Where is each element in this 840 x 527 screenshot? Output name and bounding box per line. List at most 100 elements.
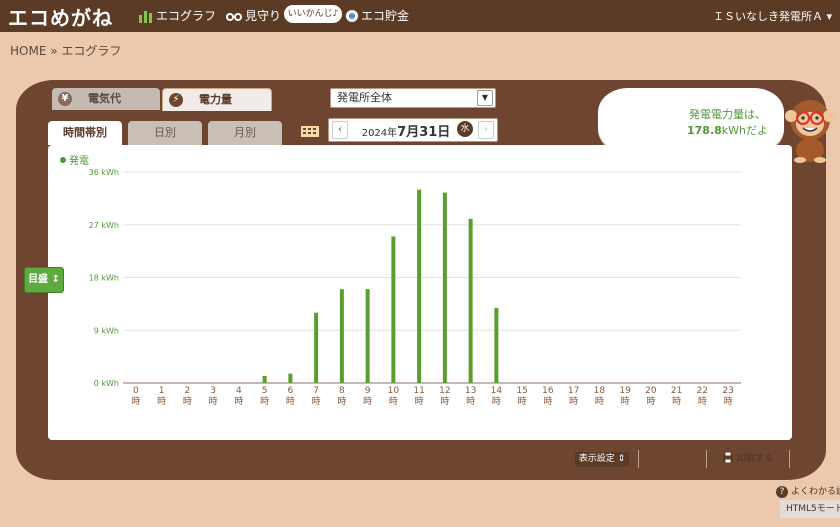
binoculars-icon (226, 13, 242, 21)
date-day: 7月31日 (397, 125, 451, 140)
x-tick-label: 12 (439, 386, 450, 396)
x-tick-suffix: 時 (466, 396, 475, 407)
prev-day-button[interactable]: ‹ (332, 121, 348, 139)
x-tick-suffix: 時 (698, 396, 707, 407)
x-tick-suffix: 時 (363, 396, 372, 407)
help-label: よくわかる説 (791, 487, 840, 497)
x-tick-label: 11 (413, 386, 424, 396)
next-day-button[interactable]: › (478, 121, 494, 139)
tab-power-amount[interactable]: ⚡ 電力量 (162, 88, 272, 111)
weekday-badge: 水 (457, 121, 473, 137)
x-tick-label: 17 (568, 386, 579, 396)
x-tick-suffix: 時 (518, 396, 527, 407)
status-badge: いいかんじ♪ (284, 5, 342, 23)
bar (494, 307, 499, 383)
x-tick-label: 13 (465, 386, 476, 396)
x-tick-label: 3 (210, 386, 216, 396)
x-tick-suffix: 時 (312, 396, 321, 407)
y-tick-label: 36 kWh (89, 168, 119, 177)
plant-menu[interactable]: ＩＳいなしき発電所Ａ ▾ (713, 8, 832, 24)
x-tick-label: 8 (339, 386, 345, 396)
y-tick-label: 18 kWh (89, 274, 119, 283)
x-tick-suffix: 時 (183, 396, 192, 407)
tab-daily[interactable]: 日別 (128, 121, 202, 145)
bar-chart-icon (139, 11, 152, 23)
calendar-icon[interactable] (298, 118, 322, 140)
date-year: 2024年 (361, 128, 398, 139)
x-tick-label: 16 (542, 386, 554, 396)
coin-icon (346, 10, 358, 22)
nav-watch[interactable]: 見守り (225, 7, 281, 24)
divider (706, 450, 707, 468)
breadcrumb: HOME » エコグラフ (10, 44, 122, 58)
y-tick-label: 9 kWh (94, 326, 119, 335)
html5-mode-button[interactable]: HTML5モード (780, 500, 840, 518)
nav-eco-graph-label: エコグラフ (156, 9, 217, 23)
tab-hourly[interactable]: 時間帯別 (48, 121, 122, 145)
bar (262, 375, 267, 383)
bar (468, 218, 473, 383)
bar (339, 289, 344, 383)
x-tick-label: 5 (262, 386, 268, 396)
x-tick-label: 7 (313, 386, 319, 396)
tab-electricity-cost[interactable]: ¥ 電気代 (52, 88, 160, 110)
x-tick-label: 23 (722, 386, 733, 396)
print-button[interactable]: 印刷する (722, 451, 773, 464)
x-tick-suffix: 時 (543, 396, 552, 407)
x-tick-label: 18 (594, 386, 606, 396)
print-label: 印刷する (737, 454, 774, 464)
divider (638, 450, 639, 468)
bar (391, 236, 396, 383)
bubble-line1: 発電電力量は、 (689, 108, 766, 121)
x-tick-suffix: 時 (672, 396, 681, 407)
x-tick-label: 19 (619, 386, 631, 396)
x-tick-label: 9 (365, 386, 371, 396)
display-settings-button[interactable]: 表示設定 ⇕ (575, 452, 629, 467)
plant-select-value: 発電所全体 (337, 91, 392, 104)
x-tick-label: 15 (516, 386, 527, 396)
yen-icon: ¥ (58, 92, 72, 106)
x-tick-suffix: 時 (209, 396, 218, 407)
bar (442, 192, 447, 383)
tab-electricity-cost-label: 電気代 (88, 92, 121, 105)
bubble-line2: 178.8kWhだよ (598, 122, 768, 138)
y-tick-label: 0 kWh (94, 379, 119, 388)
bubble-suffix: kWhだよ (721, 124, 768, 137)
x-tick-label: 4 (236, 386, 242, 396)
nav-eco-savings-label: エコ貯金 (361, 9, 410, 23)
bar (314, 312, 319, 383)
bar (288, 373, 293, 383)
x-tick-suffix: 時 (260, 396, 269, 407)
x-tick-suffix: 時 (415, 396, 424, 407)
printer-icon (723, 451, 733, 464)
x-tick-suffix: 時 (286, 396, 295, 407)
help-link[interactable]: ? よくわかる説 (776, 484, 840, 498)
app-logo[interactable]: エコめがね (8, 2, 113, 31)
x-tick-suffix: 時 (569, 396, 578, 407)
hourly-generation-chart: 0 kWh9 kWh18 kWh27 kWh36 kWh0時1時2時3時4時5時… (89, 168, 741, 407)
x-tick-suffix: 時 (492, 396, 501, 407)
speech-bubble: 発電電力量は、 178.8kWhだよ (598, 88, 784, 152)
nav-eco-graph[interactable]: エコグラフ (138, 7, 216, 24)
y-tick-label: 27 kWh (89, 221, 119, 230)
x-tick-suffix: 時 (646, 396, 655, 407)
nav-watch-label: 見守り (245, 9, 282, 23)
date-picker: ‹ 2024年7月31日 水 › (328, 118, 498, 142)
plant-select[interactable]: 発電所全体 ▼ (330, 88, 496, 108)
nav-eco-savings[interactable]: エコ貯金 (345, 7, 409, 24)
x-tick-suffix: 時 (131, 396, 140, 407)
x-tick-label: 22 (697, 386, 708, 396)
x-tick-label: 2 (185, 386, 191, 396)
x-tick-label: 21 (671, 386, 682, 396)
lightning-icon: ⚡ (169, 93, 183, 107)
chevron-down-icon: ▼ (477, 90, 493, 106)
x-tick-label: 10 (388, 386, 400, 396)
bar (365, 289, 370, 383)
divider (789, 450, 790, 468)
current-date: 2024年7月31日 (351, 121, 461, 140)
tab-monthly[interactable]: 月別 (208, 121, 282, 145)
x-tick-label: 6 (288, 386, 294, 396)
x-tick-label: 0 (133, 386, 139, 396)
bar (417, 189, 422, 383)
question-icon: ? (776, 486, 788, 498)
